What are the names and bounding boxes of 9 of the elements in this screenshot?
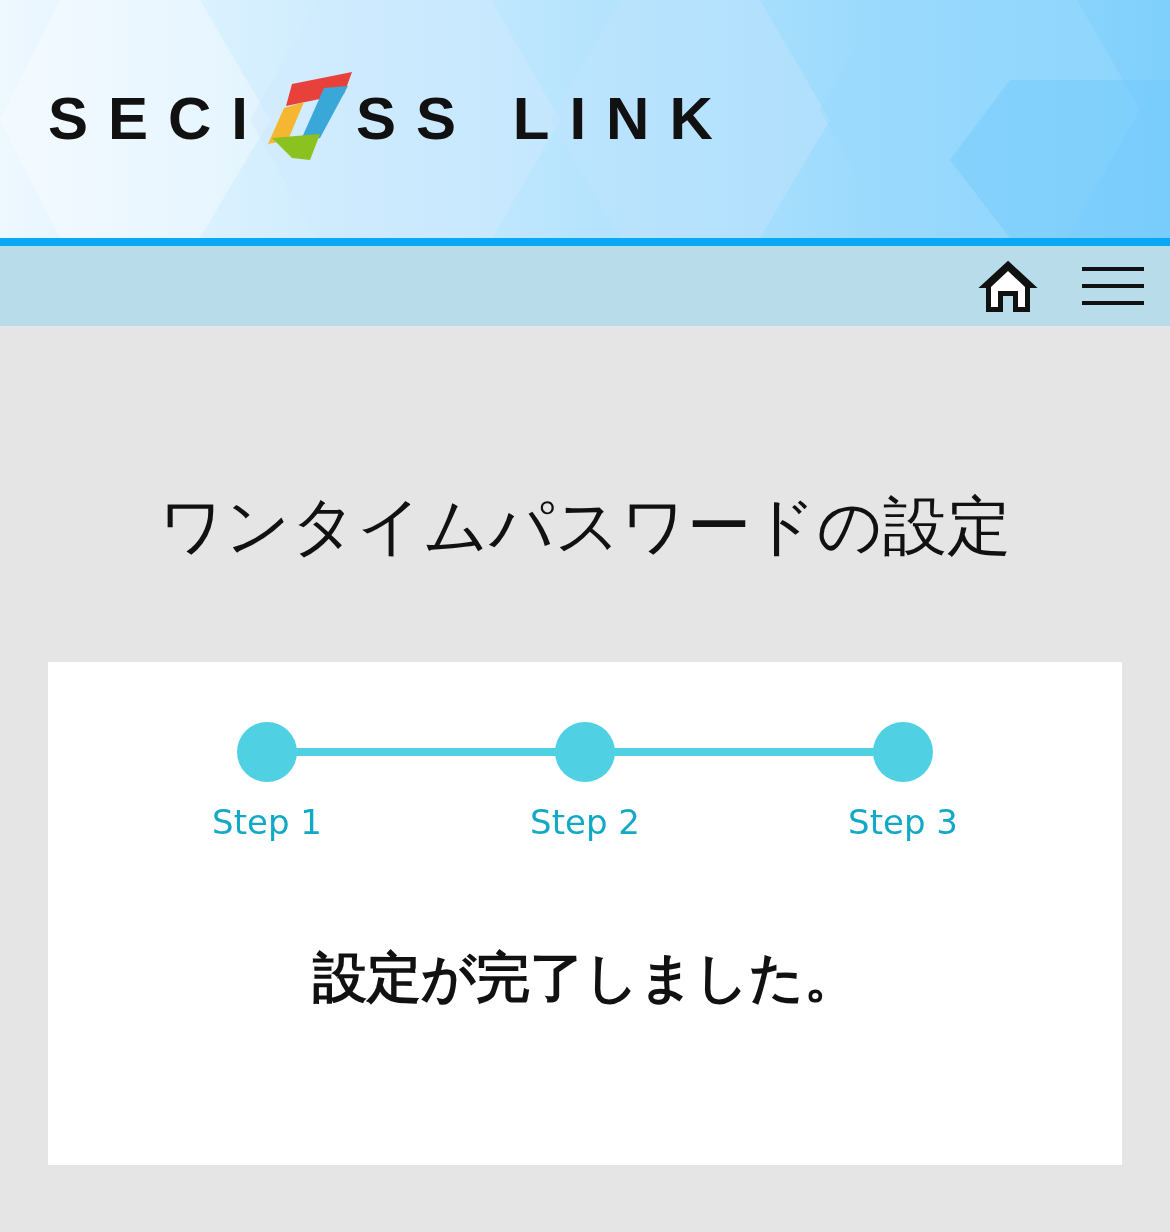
- logo-text: SS LINK: [356, 83, 733, 153]
- logo-text: SECI: [48, 83, 269, 153]
- step-label: Step 2: [530, 802, 640, 842]
- menu-icon[interactable]: [1082, 267, 1144, 305]
- completion-message: 設定が完了しました。: [312, 945, 858, 1011]
- home-icon[interactable]: [978, 259, 1038, 313]
- step-label: Step 1: [212, 802, 322, 842]
- step-label: Step 3: [848, 802, 958, 842]
- page-title: ワンタイムパスワードの設定: [158, 488, 1012, 565]
